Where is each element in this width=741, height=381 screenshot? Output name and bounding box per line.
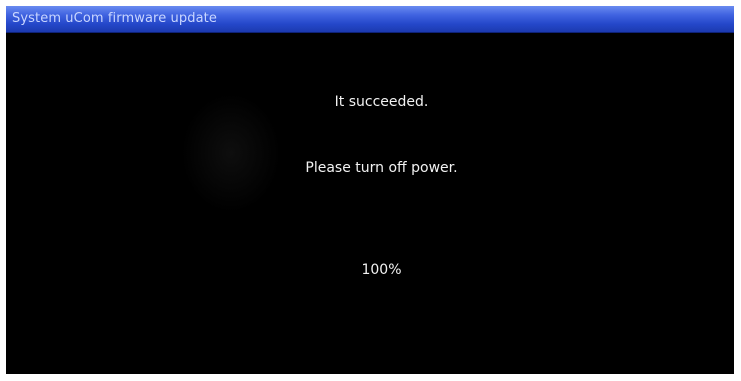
progress-percentage: 100% [361,262,402,278]
screen-glare [181,93,281,213]
success-message: It succeeded. [334,94,429,110]
window-title: System uCom firmware update [12,11,217,26]
title-bar: System uCom firmware update [6,6,734,33]
update-status-panel: It succeeded. Please turn off power. 100… [6,33,734,374]
power-off-instruction: Please turn off power. [305,160,458,176]
firmware-update-screen: System uCom firmware update It succeeded… [6,6,734,374]
